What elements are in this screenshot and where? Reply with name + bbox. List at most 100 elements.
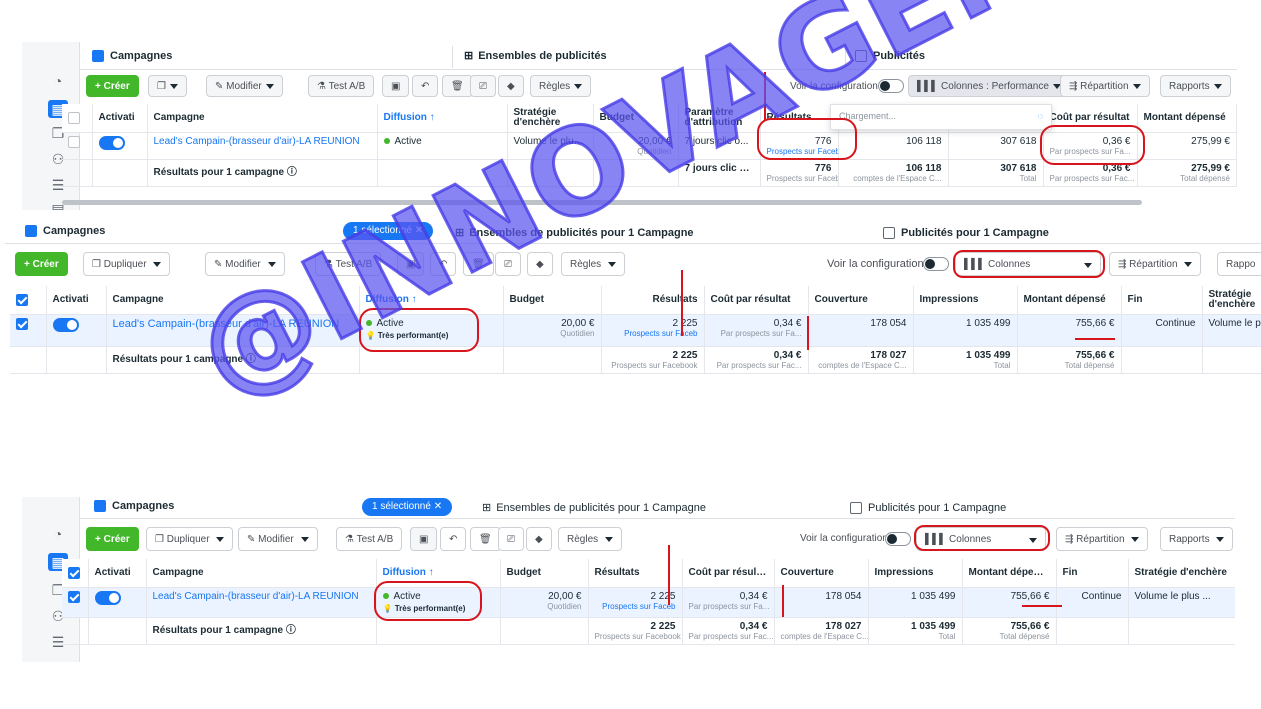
reports-button[interactable]: Rapports: [1160, 527, 1234, 551]
col-spent[interactable]: Montant dépensé: [962, 559, 1057, 588]
col-strategy[interactable]: Stratégie d'enchère: [1128, 559, 1235, 588]
selected-pill[interactable]: 1 sélectionné ✕: [343, 222, 434, 240]
breakdown-button[interactable]: ⇶ Répartition: [1109, 252, 1202, 276]
tag-button[interactable]: ◆: [526, 527, 552, 551]
abtest-button[interactable]: ⚗ Test A/B: [315, 252, 382, 276]
delete-button[interactable]: 🗑: [442, 75, 473, 97]
col-cpr[interactable]: Coût par résultat: [704, 286, 809, 315]
tab-campaigns[interactable]: Campagnes: [92, 42, 172, 70]
col-end[interactable]: Fin: [1056, 559, 1129, 588]
horizontal-scrollbar[interactable]: [62, 200, 1142, 205]
total-results: 2 225: [672, 349, 698, 361]
row-checkbox[interactable]: [68, 590, 80, 603]
tab-ads[interactable]: Publicités: [855, 42, 925, 70]
campaign-name-link[interactable]: Lead's Campain-(brasseur d'air)-LA REUNI…: [146, 587, 377, 618]
col-delivery[interactable]: Diffusion ↑: [377, 104, 508, 133]
gauge-icon[interactable]: ◔: [48, 525, 68, 543]
tab-campaigns[interactable]: Campagnes: [94, 497, 174, 521]
campaign-toggle[interactable]: [94, 590, 121, 605]
preview-button[interactable]: ⎚: [498, 527, 524, 551]
table-row[interactable]: Lead's Campain-(brasseur d'air)-LA REUNI…: [62, 587, 1235, 618]
clipboard-button[interactable]: ▣: [382, 75, 410, 97]
tab-adsets[interactable]: ⊞ Ensembles de publicités: [464, 42, 607, 70]
config-toggle[interactable]: [878, 79, 904, 93]
delete-button[interactable]: 🗑: [470, 527, 501, 551]
annotation-mark: [668, 545, 670, 605]
col-campaign[interactable]: Campagne: [146, 559, 377, 588]
reports-button[interactable]: Rapports: [1160, 75, 1231, 97]
col-activation[interactable]: Activati: [46, 286, 107, 315]
col-campaign[interactable]: Campagne: [147, 104, 378, 133]
duplicate-button[interactable]: ❐ Dupliquer: [83, 252, 171, 276]
columns-button[interactable]: ▌▌▌ Colonnes : Performance: [908, 75, 1070, 97]
col-cpr[interactable]: Coût par résultat: [682, 559, 775, 588]
preview-button[interactable]: ⎚: [470, 75, 496, 97]
col-strategy[interactable]: Stratégie d'enchère: [1202, 286, 1261, 315]
delete-button[interactable]: 🗑: [463, 252, 494, 276]
edit-button[interactable]: ✎ Modifier: [206, 75, 283, 97]
undo-button[interactable]: ↶: [430, 252, 457, 276]
col-end[interactable]: Fin: [1121, 286, 1203, 315]
col-impressions[interactable]: Impressions: [868, 559, 963, 588]
rules-button[interactable]: Règles: [558, 527, 622, 551]
spent-value: 275,99 €: [1137, 132, 1237, 160]
duplicate-button[interactable]: ❐ Dupliquer: [146, 527, 234, 551]
edit-button[interactable]: ✎ Modifier: [238, 527, 318, 551]
create-button[interactable]: + Créer: [15, 252, 68, 276]
table-row[interactable]: Lead's Campain-(brasseur d'air)-LA REUNI…: [10, 314, 1261, 347]
folder-icon: [94, 500, 106, 513]
campaign-toggle[interactable]: [98, 135, 125, 150]
preview-button[interactable]: ⎚: [495, 252, 521, 276]
total-reach: 178 027: [825, 620, 862, 632]
campaign-toggle[interactable]: [52, 317, 79, 332]
tag-button[interactable]: ◆: [498, 75, 524, 97]
select-all-checkbox[interactable]: [16, 293, 28, 306]
select-all-checkbox[interactable]: [68, 566, 80, 579]
col-strategy[interactable]: Stratégie d'enchère: [507, 104, 594, 133]
tag-button[interactable]: ◆: [527, 252, 553, 276]
folder-icon: [25, 225, 37, 238]
tab-campaigns[interactable]: Campagnes: [25, 222, 105, 246]
col-reach[interactable]: Couverture: [774, 559, 869, 588]
abtest-button[interactable]: ⚗ Test A/B: [336, 527, 403, 551]
col-budget[interactable]: Budget: [503, 286, 602, 315]
col-spent[interactable]: Montant dépensé: [1137, 104, 1237, 133]
campaign-name-link[interactable]: Lead's Campain-(brasseur d'air)-LA REUNI…: [106, 314, 360, 347]
select-all-checkbox[interactable]: [68, 111, 80, 124]
col-attribution[interactable]: Paramètre d'attribution: [678, 104, 761, 133]
config-toggle[interactable]: [885, 532, 911, 546]
create-button[interactable]: + Créer: [86, 527, 139, 551]
breakdown-button[interactable]: ⇶ Répartition: [1056, 527, 1149, 551]
config-toggle[interactable]: [923, 257, 949, 271]
breakdown-button[interactable]: ⇶ Répartition: [1060, 75, 1150, 97]
rules-button[interactable]: Règles: [561, 252, 625, 276]
duplicate-button[interactable]: ❐: [148, 75, 187, 97]
col-results[interactable]: Résultats: [601, 286, 705, 315]
edit-button[interactable]: ✎ Modifier: [205, 252, 285, 276]
tab-ads[interactable]: Publicités pour 1 Campagne: [850, 497, 1006, 523]
campaign-name-link[interactable]: Lead's Campain-(brasseur d'air)-LA REUNI…: [147, 132, 378, 160]
row-checkbox[interactable]: [68, 135, 80, 148]
col-spent[interactable]: Montant dépensé: [1017, 286, 1122, 315]
undo-button[interactable]: ↶: [440, 527, 467, 551]
create-button[interactable]: + Créer: [86, 75, 139, 97]
col-reach[interactable]: Couverture: [808, 286, 914, 315]
tab-adsets[interactable]: ⊞ Ensembles de publicités pour 1 Campagne: [482, 497, 706, 523]
col-impressions[interactable]: Impressions: [913, 286, 1018, 315]
row-checkbox[interactable]: [16, 317, 28, 330]
clipboard-button[interactable]: ▣: [410, 527, 438, 551]
tab-adsets[interactable]: ⊞ Ensembles de publicités pour 1 Campagne: [455, 222, 694, 248]
rules-button[interactable]: Règles: [530, 75, 592, 97]
clipboard-button[interactable]: ▣: [397, 252, 425, 276]
col-budget[interactable]: Budget: [593, 104, 679, 133]
undo-button[interactable]: ↶: [412, 75, 439, 97]
gauge-icon[interactable]: ◔: [48, 72, 68, 90]
col-activation[interactable]: Activati: [92, 104, 148, 133]
reports-button[interactable]: Rappo: [1217, 252, 1261, 276]
tab-ads[interactable]: Publicités pour 1 Campagne: [883, 222, 1049, 248]
abtest-button[interactable]: ⚗ Test A/B: [308, 75, 375, 97]
col-budget[interactable]: Budget: [500, 559, 589, 588]
col-activation[interactable]: Activati: [88, 559, 147, 588]
selected-pill[interactable]: 1 sélectionné ✕: [362, 498, 453, 516]
col-campaign[interactable]: Campagne: [106, 286, 360, 315]
